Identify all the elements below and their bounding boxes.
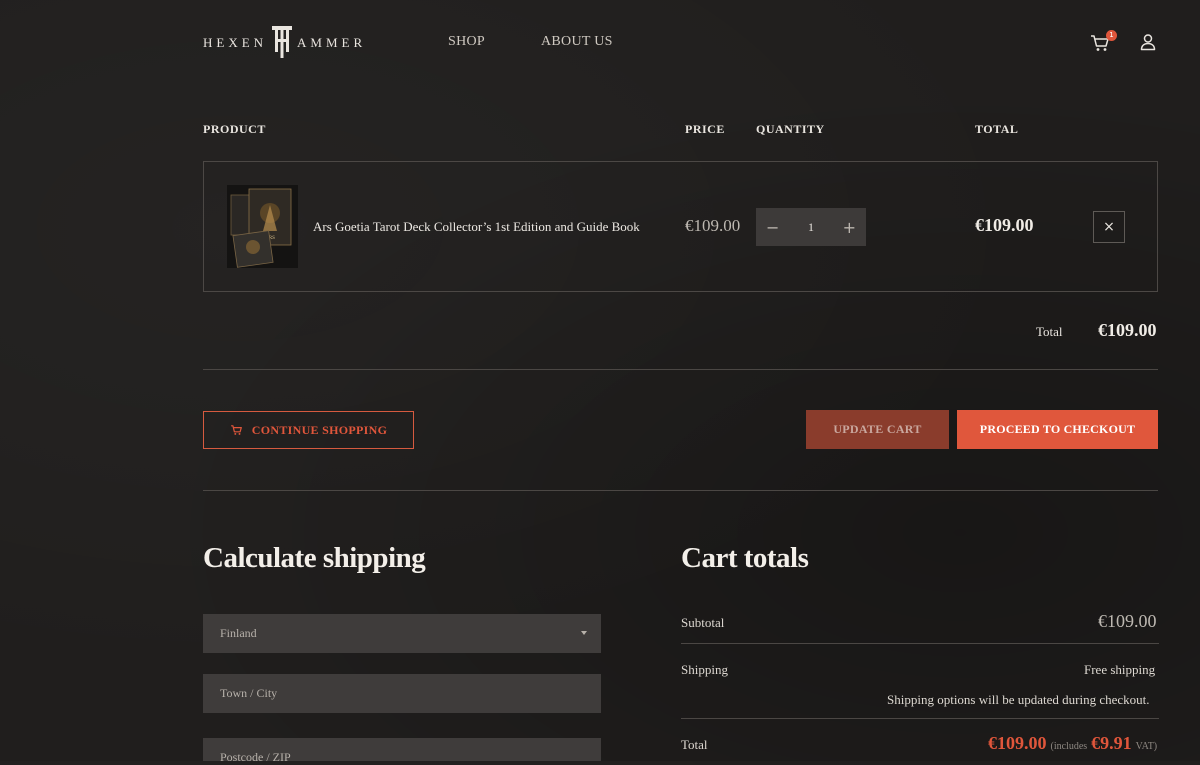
site-logo[interactable]: HEXEN AMMER: [203, 26, 367, 58]
logo-text-right: AMMER: [297, 35, 367, 50]
subtotal-value: €109.00: [1098, 611, 1157, 631]
calculate-shipping-title: Calculate shipping: [203, 542, 426, 574]
quantity-input[interactable]: 1: [808, 220, 814, 235]
col-header-price: PRICE: [685, 122, 725, 136]
cart-total-label: Total: [1036, 324, 1063, 339]
vat-suffix: VAT): [1135, 741, 1158, 752]
continue-shopping-label: CONTINUE SHOPPING: [251, 422, 388, 437]
shipping-note: Shipping options will be updated during …: [887, 692, 1150, 707]
col-header-total: TOTAL: [975, 122, 1019, 136]
country-select[interactable]: Finland: [203, 614, 601, 653]
user-account-icon[interactable]: [1139, 33, 1157, 51]
product-thumbnail[interactable]: ARS: [227, 185, 298, 268]
shipping-value: Free shipping: [1084, 662, 1156, 677]
col-header-quantity: QUANTITY: [756, 122, 825, 136]
logo-text-left: HEXEN: [203, 35, 268, 50]
product-price: €109.00: [685, 216, 741, 235]
city-field[interactable]: Town / City: [203, 674, 601, 713]
remove-item-button[interactable]: ×: [1093, 211, 1125, 243]
subtotal-label: Subtotal: [681, 615, 725, 630]
order-total-label: Total: [681, 737, 708, 752]
chevron-down-icon: [581, 631, 587, 635]
product-name-link[interactable]: Ars Goetia Tarot Deck Collector’s 1st Ed…: [313, 219, 640, 235]
col-header-product: PRODUCT: [203, 122, 266, 136]
cart-icon: [230, 425, 242, 435]
line-total: €109.00: [975, 215, 1034, 235]
country-select-value: Finland: [220, 626, 257, 640]
divider: [203, 369, 1158, 370]
includes-prefix: (includes: [1050, 741, 1088, 752]
quantity-stepper: − 1 +: [756, 208, 866, 246]
postcode-field[interactable]: Postcode / ZIP: [203, 738, 601, 764]
continue-shopping-button[interactable]: CONTINUE SHOPPING: [203, 411, 414, 449]
update-cart-button[interactable]: UPDATE CART: [806, 410, 949, 449]
vat-value: €9.91: [1091, 733, 1132, 753]
nav-shop[interactable]: SHOP: [448, 34, 485, 50]
divider: [681, 718, 1159, 719]
order-total: €109.00 (includes €9.91 VAT): [988, 733, 1157, 754]
cart-total-value: €109.00: [1098, 320, 1157, 340]
plus-icon[interactable]: +: [843, 218, 856, 237]
proceed-to-checkout-button[interactable]: PROCEED TO CHECKOUT: [957, 410, 1158, 449]
hammer-logo-icon: [272, 26, 293, 58]
cart-count-badge: 1: [1106, 30, 1117, 41]
cart-totals-title: Cart totals: [681, 542, 809, 574]
divider: [681, 643, 1159, 644]
minus-icon[interactable]: −: [766, 218, 779, 237]
nav-about-us[interactable]: ABOUT US: [541, 34, 613, 50]
shipping-label: Shipping: [681, 662, 728, 677]
order-total-value: €109.00: [988, 733, 1047, 753]
divider: [203, 490, 1158, 491]
